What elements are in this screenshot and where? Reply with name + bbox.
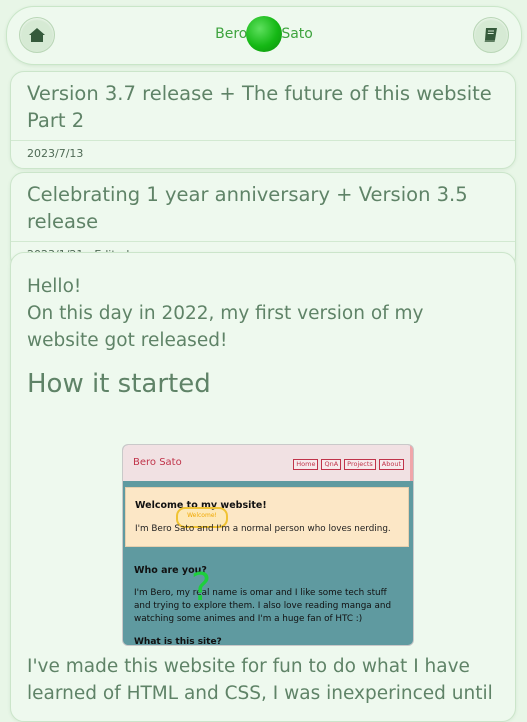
question-mark-icon: ? (191, 565, 212, 609)
screenshot-welcome-text: I'm Bero Sato and I'm a normal person wh… (135, 524, 391, 534)
old-website-screenshot: Bero Sato Home QnA Projects About Welcom… (122, 444, 414, 646)
screenshot-nav-item: QnA (321, 459, 342, 470)
post-title[interactable]: Celebrating 1 year anniversary + Version… (11, 173, 515, 241)
intro-text: On this day in 2022, my first version of… (27, 303, 424, 351)
greeting-text: Hello! (27, 276, 82, 297)
screenshot-next-heading: What is this site? (134, 637, 222, 646)
screenshot-nav: Home QnA Projects About (293, 459, 404, 470)
screenshot-nav-item: Projects (344, 459, 376, 470)
logo-ball-icon (246, 16, 283, 52)
logo-text-right: Sato (281, 26, 313, 42)
blog-button[interactable] (473, 17, 509, 53)
article-body-text: I've made this website for fun to do wha… (27, 656, 493, 704)
screenshot-site-title: Bero Sato (133, 457, 182, 468)
screenshot-header: Bero Sato Home QnA Projects About (123, 445, 413, 481)
post-card[interactable]: Version 3.7 release + The future of this… (10, 71, 516, 169)
logo-text-left: Bero (215, 26, 248, 42)
post-title[interactable]: Version 3.7 release + The future of this… (11, 72, 515, 140)
screenshot-nav-item: About (378, 459, 404, 470)
screenshot-welcome-box: Welcome to my website! Welcome! I'm Bero… (125, 487, 409, 547)
book-icon (484, 28, 497, 42)
site-logo[interactable]: Bero Sato (7, 16, 521, 54)
screenshot-nav-item: Home (293, 459, 319, 470)
top-navigation-bar: Bero Sato (6, 6, 522, 65)
article-content: Hello! On this day in 2022, my first ver… (10, 252, 516, 722)
screenshot-who-box: Who are you? I'm Bero, my real name is o… (125, 553, 407, 645)
section-heading: How it started (27, 369, 211, 399)
screenshot-who-text: I'm Bero, my real name is omar and I lik… (134, 588, 392, 624)
post-date: 2023/7/13 (11, 140, 515, 168)
